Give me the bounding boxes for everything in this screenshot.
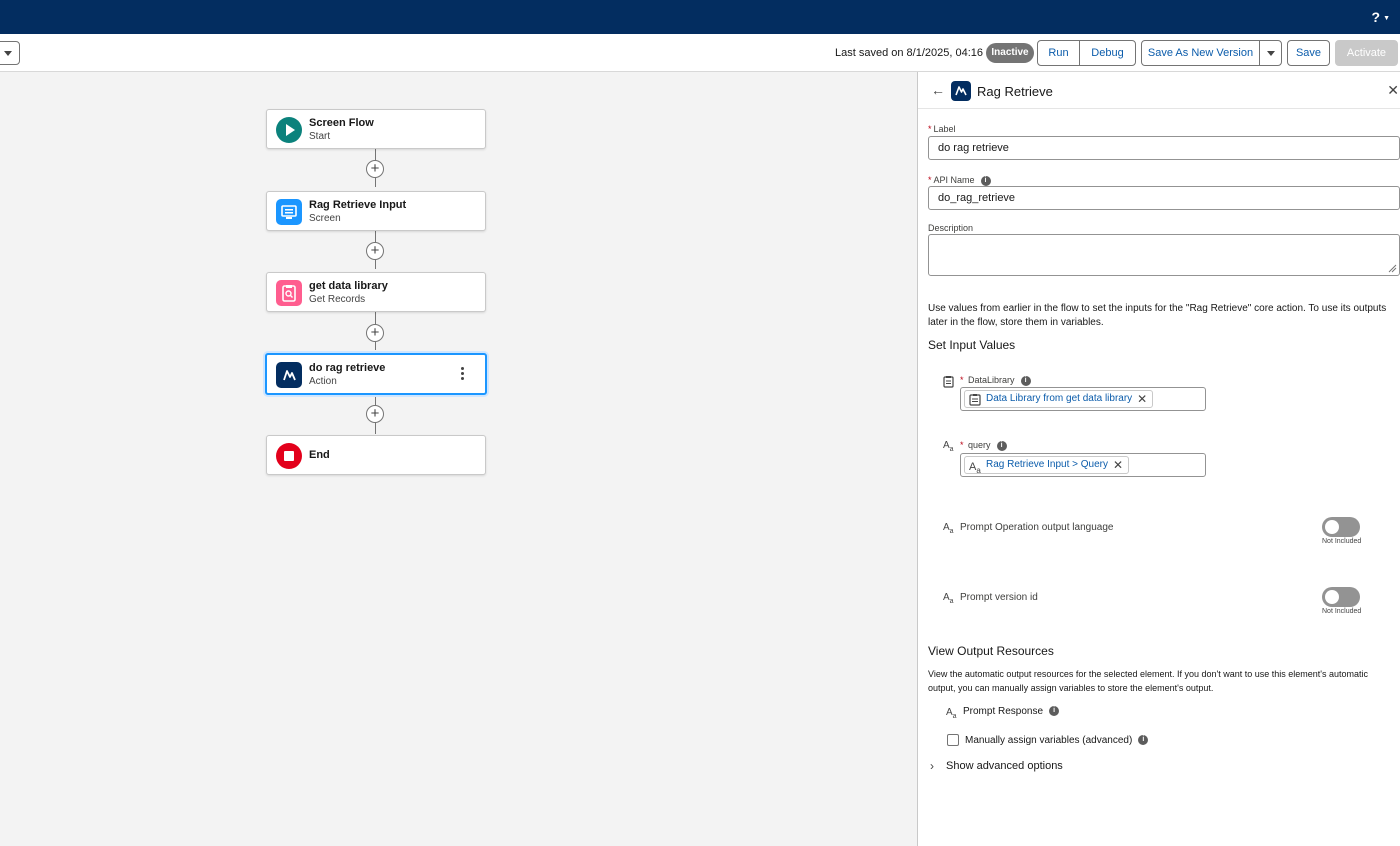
label-input[interactable]: do rag retrieve <box>928 136 1400 160</box>
clipboard-icon <box>969 393 981 411</box>
activate-button[interactable]: Activate <box>1335 40 1398 66</box>
help-menu[interactable]: ? ▼ <box>1372 9 1391 25</box>
add-element-button[interactable]: + <box>366 405 384 423</box>
flow-node-get-records[interactable]: get data library Get Records <box>266 272 486 312</box>
node-type: Start <box>309 131 331 142</box>
node-title: End <box>309 449 330 461</box>
info-icon[interactable]: i <box>1049 706 1060 717</box>
query-pill[interactable]: Aa Rag Retrieve Input > Query ✕ <box>964 456 1130 475</box>
output-description: View the automatic output resources for … <box>928 669 1369 693</box>
intro-text: Use values from earlier in the flow to s… <box>928 303 1387 328</box>
include-toggle[interactable] <box>1322 517 1360 537</box>
flow-node-screen[interactable]: Rag Retrieve Input Screen <box>266 191 486 231</box>
info-icon[interactable]: i <box>980 175 991 186</box>
action-icon <box>951 81 971 101</box>
add-element-button[interactable]: + <box>366 160 384 178</box>
node-title: get data library <box>309 280 388 292</box>
flow-node-start[interactable]: Screen Flow Start <box>266 109 486 149</box>
debug-button[interactable]: Debug <box>1079 40 1136 66</box>
optional-input-label: Prompt version id <box>960 592 1038 603</box>
datalibrary-pill[interactable]: Data Library from get data library ✕ <box>964 390 1154 411</box>
remove-pill-icon[interactable]: ✕ <box>1113 457 1123 473</box>
save-button[interactable]: Save <box>1287 40 1330 66</box>
back-arrow-icon[interactable]: ← <box>931 82 945 98</box>
flow-node-end[interactable]: End <box>266 435 486 475</box>
node-title: Screen Flow <box>309 117 374 129</box>
text-icon: Aa <box>943 522 954 535</box>
stop-icon <box>276 443 302 469</box>
global-header: ? ▼ <box>0 0 1400 34</box>
flow-canvas[interactable]: + + + + Screen Flow Start Rag Retrieve I… <box>0 72 917 846</box>
api-name-field-label: * API Name i <box>928 175 991 186</box>
output-resources-heading: View Output Resources <box>928 644 1054 658</box>
node-menu-icon[interactable] <box>461 367 465 383</box>
get-records-icon <box>276 280 302 306</box>
chevron-down-icon: ▼ <box>1383 14 1390 22</box>
description-textarea[interactable] <box>928 234 1400 276</box>
flow-node-action[interactable]: do rag retrieve Action <box>265 353 487 395</box>
run-button[interactable]: Run <box>1037 40 1080 66</box>
flow-builder-toolbar: Last saved on 8/1/2025, 04:16 PM Inactiv… <box>0 34 1400 72</box>
play-icon <box>276 117 302 143</box>
status-badge: Inactive <box>986 43 1034 63</box>
save-options-dropdown[interactable] <box>1259 40 1282 66</box>
optional-input-label: Prompt Operation output language <box>960 522 1114 533</box>
clipboard-icon <box>943 375 954 391</box>
query-label: * query i <box>960 440 1007 451</box>
manual-assign-label: Manually assign variables (advanced) i <box>965 735 1149 746</box>
include-toggle[interactable] <box>1322 587 1360 607</box>
node-type: Screen <box>309 213 341 224</box>
action-icon <box>276 362 302 388</box>
set-input-values-heading: Set Input Values <box>928 338 1016 352</box>
output-resource-label: Prompt Response i <box>963 706 1060 717</box>
last-saved-text: Last saved on 8/1/2025, 04:16 PM <box>835 47 1003 59</box>
node-type: Get Records <box>309 294 366 305</box>
toggle-status: Not Included <box>1322 608 1362 615</box>
node-type: Action <box>309 376 337 387</box>
text-icon: Aa <box>943 440 954 453</box>
advanced-options-toggle[interactable]: Show advanced options <box>946 760 1063 772</box>
node-title: Rag Retrieve Input <box>309 199 407 211</box>
panel-header: ← Rag Retrieve ✕ <box>918 72 1400 109</box>
text-icon: Aa <box>946 707 957 720</box>
resize-handle-icon <box>1388 264 1397 273</box>
help-icon: ? <box>1371 9 1381 25</box>
node-title: do rag retrieve <box>309 362 386 374</box>
info-icon[interactable]: i <box>1020 375 1031 386</box>
datalibrary-label: * DataLibrary i <box>960 375 1031 386</box>
undo-menu-dropdown[interactable] <box>0 41 20 65</box>
close-icon[interactable]: ✕ <box>1387 82 1399 99</box>
description-field-label: Description <box>928 223 974 233</box>
chevron-right-icon[interactable]: › <box>930 759 934 773</box>
query-input[interactable]: Aa Rag Retrieve Input > Query ✕ <box>960 453 1206 477</box>
element-properties-panel: ← Rag Retrieve ✕ * Label do rag retrieve … <box>917 72 1400 846</box>
manual-assign-checkbox[interactable] <box>947 734 959 746</box>
info-icon[interactable]: i <box>996 440 1007 451</box>
save-as-new-version-button[interactable]: Save As New Version <box>1141 40 1260 66</box>
screen-icon <box>276 199 302 225</box>
api-name-input[interactable]: do_rag_retrieve <box>928 186 1400 210</box>
datalibrary-input[interactable]: Data Library from get data library ✕ <box>960 387 1206 411</box>
text-icon: Aa <box>943 592 954 605</box>
text-icon: Aa <box>969 461 981 476</box>
remove-pill-icon[interactable]: ✕ <box>1137 391 1147 407</box>
label-field-label: * Label <box>928 124 956 134</box>
toggle-status: Not Included <box>1322 538 1362 545</box>
add-element-button[interactable]: + <box>366 324 384 342</box>
info-icon[interactable]: i <box>1138 735 1149 746</box>
panel-title: Rag Retrieve <box>977 84 1053 99</box>
add-element-button[interactable]: + <box>366 242 384 260</box>
